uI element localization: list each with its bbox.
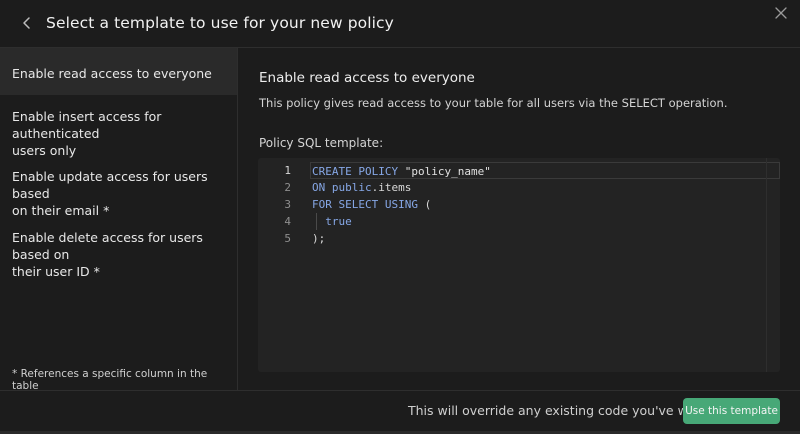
line-numbers: 1 2 3 4 5 [258, 162, 298, 247]
template-item-delete-user-id[interactable]: Enable delete access for users based on … [0, 229, 237, 279]
template-title: Enable read access to everyone [259, 70, 475, 86]
template-detail: Enable read access to everyone This poli… [238, 48, 800, 390]
modal-header: Select a template to use for your new po… [0, 0, 800, 48]
template-description: This policy gives read access to your ta… [259, 96, 728, 110]
template-item-label: on their email * [12, 203, 110, 218]
template-item-label: users only [12, 143, 77, 158]
override-warning: This will override any existing code you… [408, 403, 722, 418]
code-line: ON public.items [312, 181, 412, 194]
template-item-insert-authenticated[interactable]: Enable insert access for authenticated u… [0, 108, 237, 158]
modal-footer: This will override any existing code you… [0, 390, 800, 434]
policy-template-modal: Select a template to use for your new po… [0, 0, 800, 434]
line-number: 5 [284, 232, 291, 245]
sql-editor[interactable]: 1 2 3 4 5 CREATE POLICY "policy_name" ON… [258, 158, 780, 372]
line-number: 2 [284, 181, 291, 194]
editor-scrollbar[interactable] [766, 158, 767, 372]
line-number: 4 [284, 215, 291, 228]
template-item-label: their user ID * [12, 264, 100, 279]
modal-title: Select a template to use for your new po… [46, 14, 394, 32]
line-number: 3 [284, 198, 291, 211]
close-icon[interactable] [774, 6, 788, 20]
use-template-button[interactable]: Use this template [683, 398, 780, 424]
chevron-left-icon[interactable] [18, 14, 36, 32]
code-line: CREATE POLICY "policy_name" [310, 162, 780, 179]
footnote: * References a specific column in the ta… [12, 368, 208, 392]
template-item-update-email[interactable]: Enable update access for users based on … [0, 168, 237, 218]
code-line: true [325, 215, 352, 228]
template-list: Enable read access to everyone Enable in… [0, 48, 238, 392]
template-item-label: Enable read access to everyone [12, 66, 212, 81]
template-item-label: Enable delete access for users based on [12, 230, 203, 262]
template-item-label: Enable insert access for authenticated [12, 109, 162, 141]
template-item-read-everyone[interactable]: Enable read access to everyone [0, 48, 237, 95]
code-line: FOR SELECT USING ( [312, 198, 432, 211]
code-area[interactable]: CREATE POLICY "policy_name" ON public.it… [310, 162, 780, 247]
sql-template-label: Policy SQL template: [259, 136, 384, 150]
line-number: 1 [284, 164, 291, 177]
template-item-label: Enable update access for users based [12, 169, 208, 201]
code-line: ); [312, 232, 326, 245]
